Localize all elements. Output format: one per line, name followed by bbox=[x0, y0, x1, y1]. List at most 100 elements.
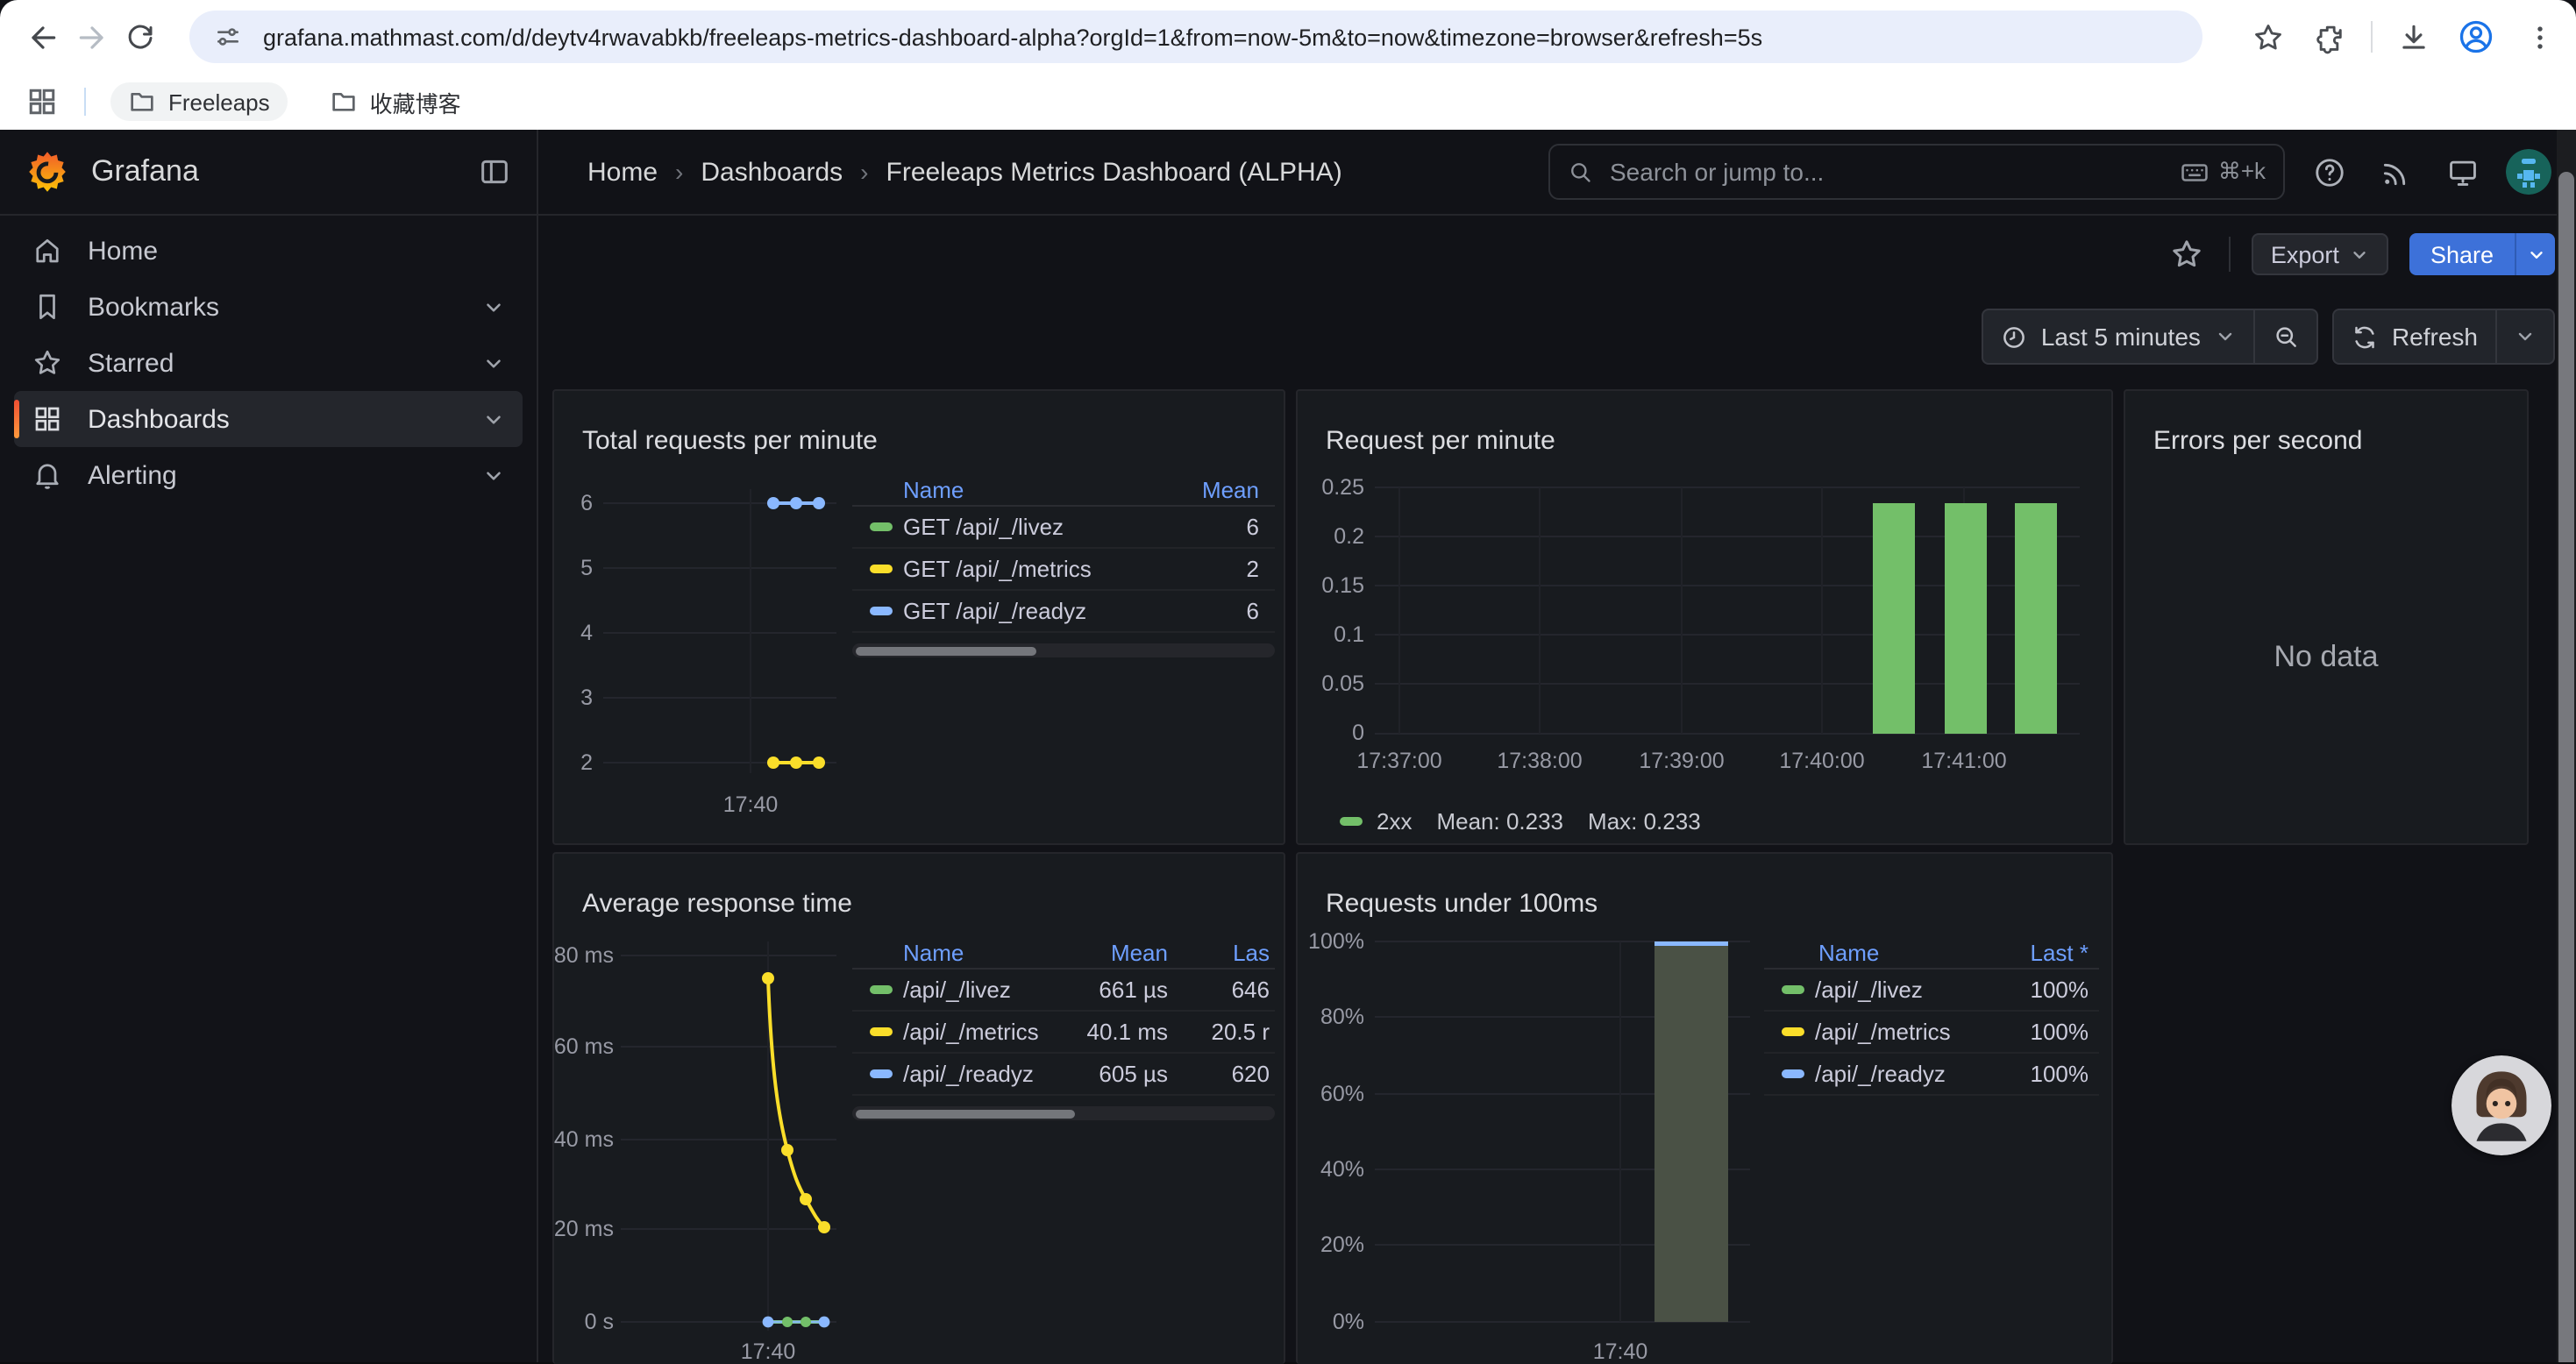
series-color-pill[interactable] bbox=[870, 1027, 893, 1036]
sidebar-item-alerting[interactable]: Alerting bbox=[14, 447, 523, 503]
legend: 2xx Mean: 0.233 Max: 0.233 bbox=[1340, 808, 1726, 835]
breadcrumb-home[interactable]: Home bbox=[587, 157, 658, 187]
legend-col-mean[interactable]: Mean bbox=[1056, 939, 1168, 965]
series-name[interactable]: 2xx bbox=[1377, 808, 1412, 835]
legend-row[interactable]: GET /api/_/metrics 2 bbox=[852, 549, 1275, 591]
legend-scrollbar[interactable] bbox=[852, 643, 1275, 657]
sidebar-item-home[interactable]: Home bbox=[14, 223, 523, 279]
series-color-pill[interactable] bbox=[1782, 1027, 1804, 1036]
bookmark-folder-blogs[interactable]: 收藏博客 bbox=[312, 80, 479, 124]
legend-col-name[interactable]: Name bbox=[903, 939, 1056, 965]
bar-chart[interactable]: 0.25 0.2 0.15 0.1 0.05 0 17:37:00 17:38:… bbox=[1298, 391, 2111, 843]
time-range-picker[interactable]: Last 5 minutes bbox=[1983, 310, 2253, 363]
legend-row[interactable]: /api/_/livez 661 µs 646 bbox=[852, 970, 1275, 1012]
legend-row[interactable]: /api/_/readyz 100% bbox=[1764, 1054, 2099, 1096]
legend-scrollbar[interactable] bbox=[852, 1106, 1275, 1120]
export-button[interactable]: Export bbox=[2252, 233, 2388, 275]
legend-row[interactable]: /api/_/livez 100% bbox=[1764, 970, 2099, 1012]
chevron-down-icon[interactable] bbox=[482, 352, 505, 374]
legend-col-mean[interactable]: Mean bbox=[1202, 476, 1270, 502]
svg-text:80 ms: 80 ms bbox=[554, 943, 614, 968]
sidebar-item-dashboards[interactable]: Dashboards bbox=[14, 391, 523, 447]
grafana-logo[interactable] bbox=[25, 149, 70, 195]
sidebar-item-starred[interactable]: Starred bbox=[14, 335, 523, 391]
series-color-pill[interactable] bbox=[1340, 817, 1363, 826]
zoom-out-icon bbox=[2273, 323, 2299, 350]
series-color-pill[interactable] bbox=[870, 1069, 893, 1078]
series-color-pill[interactable] bbox=[1782, 1069, 1804, 1078]
screen: Freeleaps 收藏博客 Grafana bbox=[0, 0, 2576, 1362]
legend-col-last[interactable]: Las bbox=[1168, 939, 1270, 965]
search-box[interactable]: ⌘+k bbox=[1548, 144, 2285, 200]
chevron-down-icon[interactable] bbox=[482, 464, 505, 487]
legend-row[interactable]: /api/_/metrics 100% bbox=[1764, 1012, 2099, 1054]
bar-chart[interactable]: 100% 80% 60% 40% 20% 0% 17:40 bbox=[1298, 854, 2111, 1364]
legend-row[interactable]: GET /api/_/livez 6 bbox=[852, 507, 1275, 549]
address-bar[interactable] bbox=[189, 11, 2202, 63]
refresh-button[interactable]: Refresh bbox=[2334, 310, 2495, 363]
series-name[interactable]: GET /api/_/metrics bbox=[903, 556, 1247, 582]
main-area: Home › Dashboards › Freeleaps Metrics Da… bbox=[538, 130, 2576, 1362]
time-range-group: Last 5 minutes bbox=[1982, 309, 2318, 365]
keyboard-icon bbox=[2180, 157, 2210, 187]
apps-grid-icon[interactable] bbox=[25, 84, 60, 119]
scrollbar-thumb[interactable] bbox=[2558, 172, 2574, 1362]
user-avatar[interactable] bbox=[2506, 149, 2551, 195]
downloads-icon[interactable] bbox=[2390, 14, 2436, 60]
series-color-pill[interactable] bbox=[870, 607, 893, 615]
series-color-pill[interactable] bbox=[870, 565, 893, 573]
series-name[interactable]: /api/_/livez bbox=[1815, 977, 2031, 1003]
bookmark-star-icon[interactable] bbox=[2245, 14, 2290, 60]
series-mean: 605 µs bbox=[1056, 1061, 1168, 1087]
sidebar-item-bookmarks[interactable]: Bookmarks bbox=[14, 279, 523, 335]
favorite-star-icon[interactable] bbox=[2166, 233, 2208, 275]
series-name[interactable]: GET /api/_/livez bbox=[903, 514, 1247, 540]
chevron-down-icon[interactable] bbox=[482, 295, 505, 318]
series-color-pill[interactable] bbox=[870, 522, 893, 531]
series-name[interactable]: /api/_/readyz bbox=[903, 1061, 1056, 1087]
panel-title[interactable]: Errors per second bbox=[2153, 427, 2362, 457]
floating-assistant-avatar[interactable] bbox=[2451, 1055, 2551, 1155]
profile-icon[interactable] bbox=[2453, 14, 2499, 60]
share-button[interactable]: Share bbox=[2409, 233, 2515, 275]
series-color-pill[interactable] bbox=[870, 985, 893, 994]
legend-col-name[interactable]: Name bbox=[903, 476, 1202, 502]
site-settings-icon[interactable] bbox=[214, 23, 242, 51]
help-icon[interactable] bbox=[2306, 149, 2352, 195]
news-rss-icon[interactable] bbox=[2373, 149, 2418, 195]
back-icon[interactable] bbox=[18, 12, 67, 61]
breadcrumb-separator: › bbox=[860, 158, 868, 186]
series-name[interactable]: /api/_/metrics bbox=[903, 1019, 1056, 1045]
search-input[interactable] bbox=[1606, 156, 2180, 188]
legend-col-name[interactable]: Name bbox=[1818, 939, 2031, 965]
url-input[interactable] bbox=[260, 22, 2178, 52]
breadcrumb-dashboards[interactable]: Dashboards bbox=[701, 157, 843, 187]
series-name[interactable]: /api/_/readyz bbox=[1815, 1061, 2031, 1087]
legend-row[interactable]: /api/_/readyz 605 µs 620 bbox=[852, 1054, 1275, 1096]
svg-text:5: 5 bbox=[580, 556, 593, 580]
legend-row[interactable]: GET /api/_/readyz 6 bbox=[852, 591, 1275, 633]
svg-text:0%: 0% bbox=[1333, 1310, 1364, 1334]
page-scrollbar[interactable] bbox=[2557, 130, 2576, 1362]
kiosk-monitor-icon[interactable] bbox=[2439, 149, 2485, 195]
series-mean: 6 bbox=[1247, 598, 1270, 624]
dashboard-controls: Export Share bbox=[538, 216, 2576, 293]
series-name[interactable]: /api/_/metrics bbox=[1815, 1019, 2031, 1045]
series-name[interactable]: GET /api/_/readyz bbox=[903, 598, 1247, 624]
chevron-down-icon[interactable] bbox=[482, 408, 505, 430]
forward-icon[interactable] bbox=[67, 12, 116, 61]
series-color-pill[interactable] bbox=[1782, 985, 1804, 994]
legend-col-last[interactable]: Last * bbox=[2031, 939, 2095, 965]
browser-menu-icon[interactable] bbox=[2516, 14, 2562, 60]
dock-menu-icon[interactable] bbox=[477, 154, 512, 189]
legend-header: Name Last * bbox=[1764, 936, 2099, 970]
bookmark-folder-freeleaps[interactable]: Freeleaps bbox=[110, 82, 288, 121]
extensions-icon[interactable] bbox=[2308, 14, 2353, 60]
folder-icon bbox=[330, 88, 358, 116]
refresh-interval-button[interactable] bbox=[2495, 310, 2553, 363]
series-name[interactable]: /api/_/livez bbox=[903, 977, 1056, 1003]
legend-row[interactable]: /api/_/metrics 40.1 ms 20.5 r bbox=[852, 1012, 1275, 1054]
zoom-out-button[interactable] bbox=[2253, 310, 2316, 363]
reload-icon[interactable] bbox=[116, 12, 165, 61]
share-menu-button[interactable] bbox=[2515, 233, 2555, 275]
